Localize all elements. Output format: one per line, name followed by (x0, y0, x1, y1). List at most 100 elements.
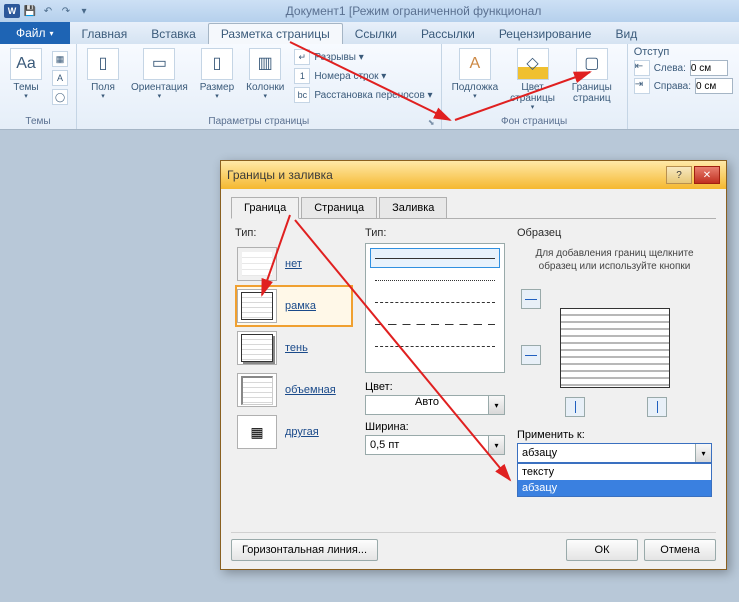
style-dashed-s[interactable] (370, 270, 500, 290)
hyphenation-icon: bc (294, 87, 310, 103)
indent-right-input[interactable] (695, 78, 733, 94)
hyphenation-button[interactable]: bcРасстановка переносов ▾ (292, 86, 434, 104)
style-solid[interactable] (370, 248, 500, 268)
dialog-footer: Горизонтальная линия... ОК Отмена (231, 532, 716, 561)
indent-right-icon: ⇥ (634, 78, 650, 94)
dialog-body: Граница Страница Заливка Тип: нет рамка … (221, 189, 726, 569)
style-heading: Тип: (365, 227, 505, 239)
tab-mailings[interactable]: Рассылки (409, 24, 487, 44)
launcher-icon[interactable]: ⬊ (428, 118, 435, 127)
indent-right-row: ⇥ Справа: (634, 78, 733, 94)
theme-effects[interactable]: ◯ (50, 88, 70, 106)
indent-left-input[interactable] (690, 60, 728, 76)
dialog-title: Границы и заливка (227, 168, 666, 182)
page-options: ↵Разрывы ▾ 1Номера строк ▾ bcРасстановка… (292, 46, 434, 104)
border-top-toggle[interactable] (521, 289, 541, 309)
ribbon-tabs: Файл Главная Вставка Разметка страницы С… (0, 22, 739, 44)
tab-border[interactable]: Граница (231, 197, 299, 219)
type-none-icon (237, 247, 277, 281)
type-custom[interactable]: ▦ другая (235, 411, 353, 453)
undo-icon[interactable]: ↶ (40, 3, 56, 19)
group-label-themes: Темы (6, 114, 70, 129)
group-themes: Aa Темы ▦ A ◯ Темы (0, 44, 77, 129)
type-box[interactable]: рамка (235, 285, 353, 327)
tab-review[interactable]: Рецензирование (487, 24, 604, 44)
preview-sample[interactable] (560, 308, 670, 388)
type-shadow-icon (237, 331, 277, 365)
color-combo[interactable]: Авто ▾ (365, 395, 505, 415)
file-tab[interactable]: Файл (0, 22, 70, 44)
watermark-icon: A (459, 48, 491, 80)
tab-view[interactable]: Вид (603, 24, 649, 44)
dropdown-arrow-icon (473, 93, 477, 101)
watermark-button[interactable]: AПодложка (448, 46, 503, 103)
page-color-label: Цвет страницы (510, 82, 555, 104)
color-dropdown-icon[interactable]: ▾ (489, 395, 505, 415)
columns-label: Колонки (246, 82, 284, 93)
tab-shading[interactable]: Заливка (379, 197, 447, 218)
ok-button[interactable]: ОК (566, 539, 638, 561)
apply-dropdown-icon[interactable]: ▾ (695, 444, 711, 462)
qat-customize-icon[interactable]: ▾ (76, 3, 92, 19)
style-dashed-l[interactable] (370, 314, 500, 334)
theme-fonts[interactable]: A (50, 69, 70, 87)
borders-dialog: Границы и заливка ? ✕ Граница Страница З… (220, 160, 727, 570)
width-dropdown-icon[interactable]: ▾ (489, 435, 505, 455)
columns-button[interactable]: ▥Колонки (242, 46, 288, 103)
group-label-bg: Фон страницы (448, 114, 621, 129)
preview-area: Для добавления границ щелкните образец и… (517, 247, 712, 413)
dialog-window-buttons: ? ✕ (666, 166, 720, 184)
size-label: Размер (200, 82, 234, 93)
apply-option-paragraph[interactable]: абзацу (518, 480, 711, 496)
type-custom-label: другая (285, 426, 319, 438)
apply-combo[interactable]: абзацу ▾ тексту абзацу (517, 443, 712, 463)
style-dashdot[interactable] (370, 336, 500, 356)
type-3d[interactable]: объемная (235, 369, 353, 411)
type-none[interactable]: нет (235, 243, 353, 285)
line-numbers-button[interactable]: 1Номера строк ▾ (292, 67, 434, 85)
border-left-toggle[interactable] (565, 397, 585, 417)
dialog-titlebar[interactable]: Границы и заливка ? ✕ (221, 161, 726, 189)
apply-row: Применить к: абзацу ▾ тексту абзацу (517, 429, 712, 463)
tab-home[interactable]: Главная (70, 24, 140, 44)
type-shadow[interactable]: тень (235, 327, 353, 369)
page-borders-button[interactable]: ▢Границы страниц (563, 46, 621, 106)
style-dashed-m[interactable] (370, 292, 500, 312)
tab-page-border[interactable]: Страница (301, 197, 377, 218)
type-custom-icon: ▦ (237, 415, 277, 449)
preview-hint: Для добавления границ щелкните образец и… (517, 247, 712, 273)
redo-icon[interactable]: ↷ (58, 3, 74, 19)
apply-option-text[interactable]: тексту (518, 464, 711, 480)
theme-colors[interactable]: ▦ (50, 50, 70, 68)
word-icon: W (4, 4, 20, 18)
apply-heading: Применить к: (517, 429, 712, 441)
size-button[interactable]: ▯ Размер (196, 46, 238, 103)
quick-access-toolbar: W 💾 ↶ ↷ ▾ (4, 3, 92, 19)
tab-page-layout[interactable]: Разметка страницы (208, 23, 343, 44)
page-color-button[interactable]: ◇Цвет страницы (506, 46, 559, 114)
cancel-button[interactable]: Отмена (644, 539, 716, 561)
apply-value: абзацу (517, 443, 712, 463)
themes-button[interactable]: Aa Темы (6, 46, 46, 103)
horizontal-line-button[interactable]: Горизонтальная линия... (231, 539, 378, 561)
orientation-button[interactable]: ▭Ориентация (127, 46, 192, 103)
group-page-setup: ▯Поля ▭Ориентация ▯ Размер ▥Колонки ↵Разр… (77, 44, 442, 129)
style-column: Тип: Цвет: Авто ▾ Ширина: 0,5 пт ▾ (365, 227, 505, 524)
margins-label: Поля (91, 82, 115, 93)
close-button[interactable]: ✕ (694, 166, 720, 184)
border-bottom-toggle[interactable] (521, 345, 541, 365)
effects-icon: ◯ (52, 89, 68, 105)
breaks-button[interactable]: ↵Разрывы ▾ (292, 48, 434, 66)
help-button[interactable]: ? (666, 166, 692, 184)
group-page-background: AПодложка ◇Цвет страницы ▢Границы страни… (442, 44, 628, 129)
color-value: Авто (365, 395, 489, 415)
tab-references[interactable]: Ссылки (343, 24, 409, 44)
border-right-toggle[interactable] (647, 397, 667, 417)
margins-button[interactable]: ▯Поля (83, 46, 123, 103)
dropdown-arrow-icon (531, 104, 535, 112)
style-list[interactable] (365, 243, 505, 373)
save-icon[interactable]: 💾 (22, 3, 38, 19)
size-icon: ▯ (201, 48, 233, 80)
tab-insert[interactable]: Вставка (139, 24, 208, 44)
width-combo[interactable]: 0,5 пт ▾ (365, 435, 505, 455)
